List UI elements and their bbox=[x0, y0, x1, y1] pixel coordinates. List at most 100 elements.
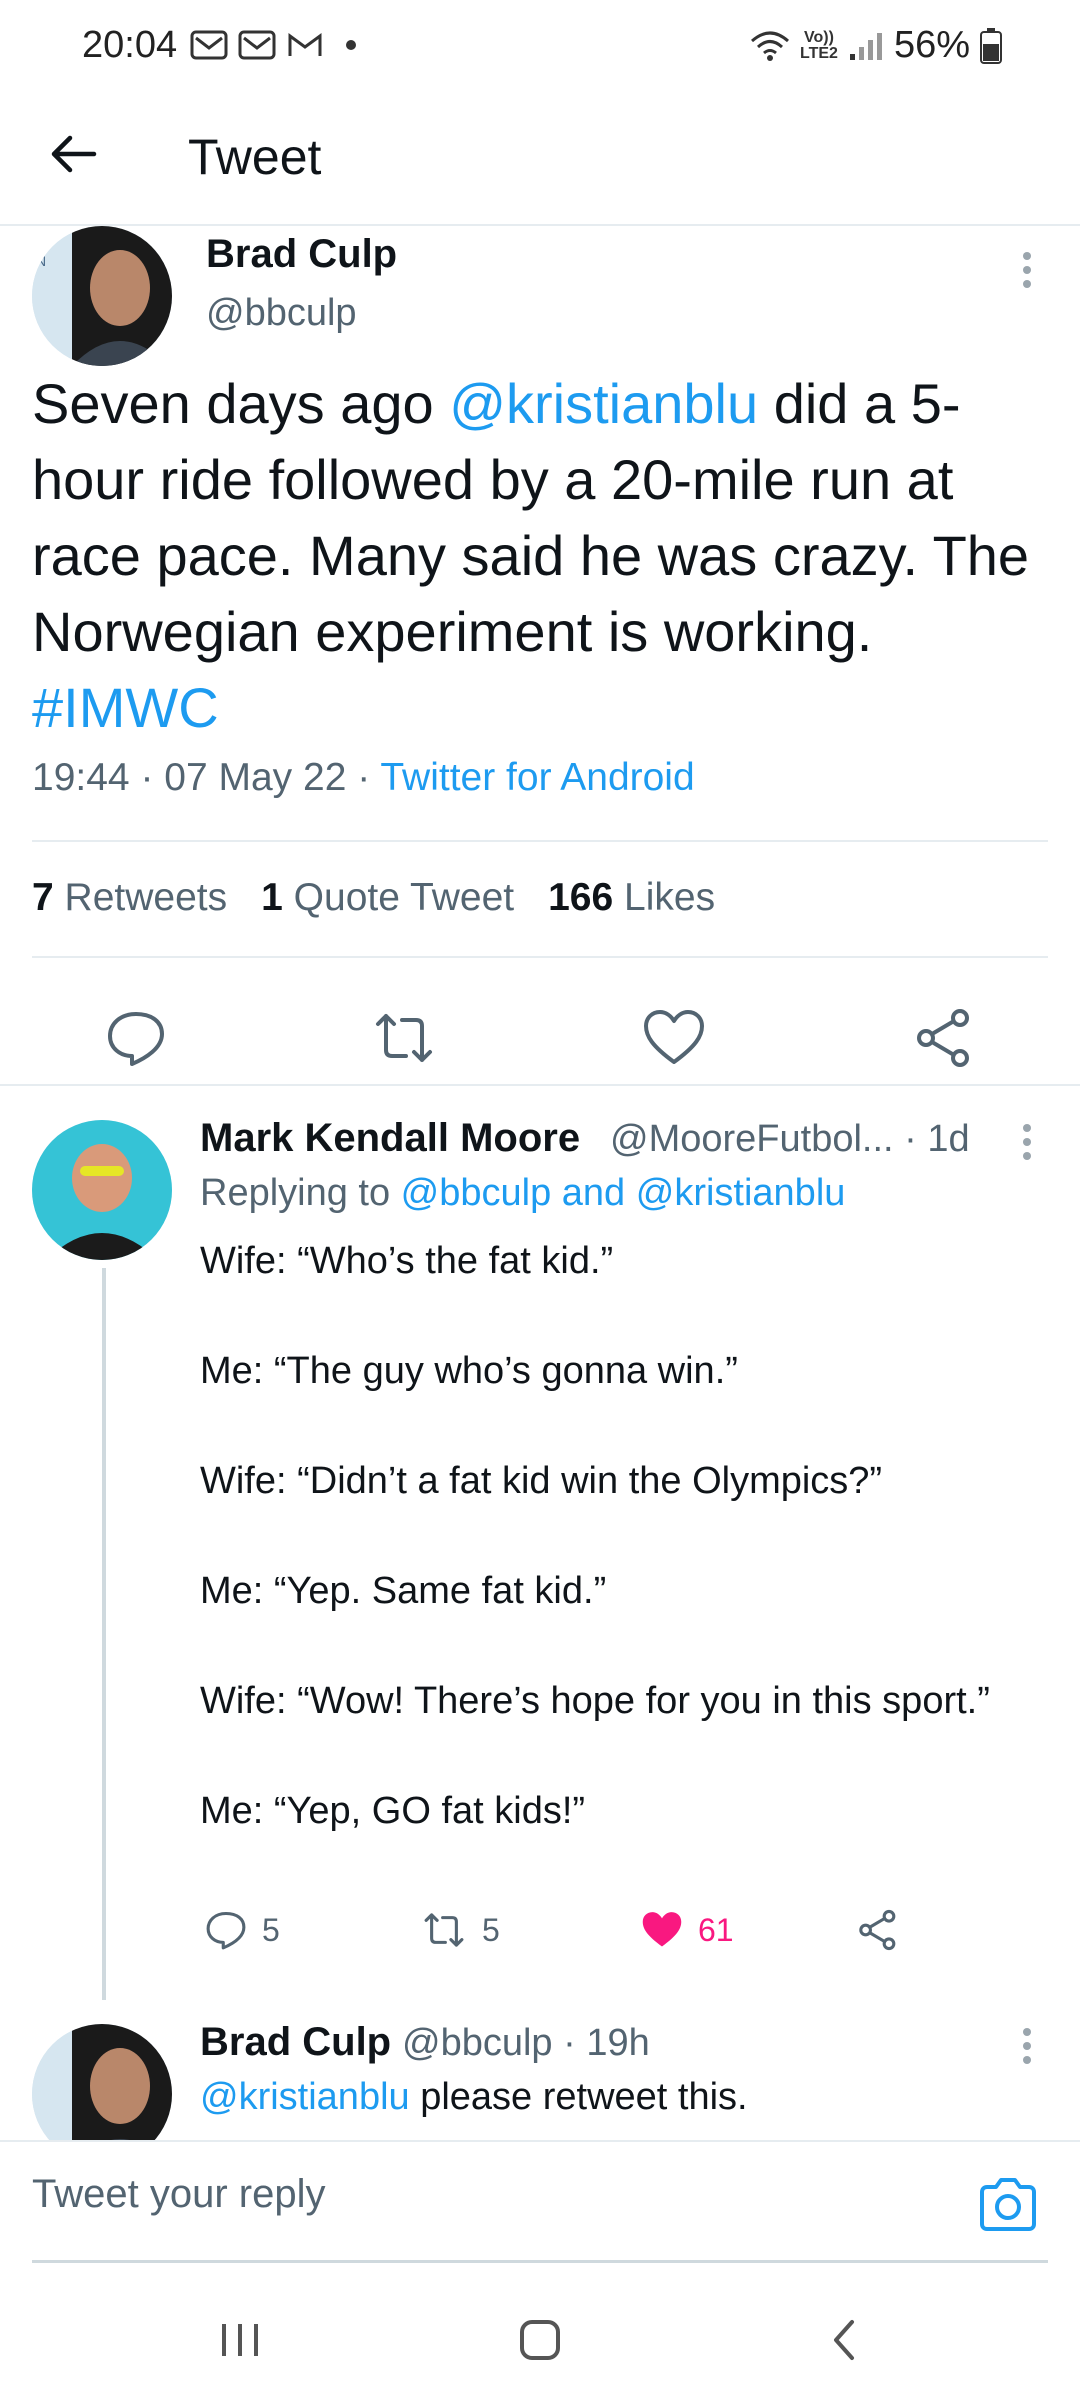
second-reply-handle-text[interactable]: @bbculp bbox=[402, 2022, 553, 2064]
tweet-actions bbox=[0, 986, 1080, 1086]
svg-text:N: N bbox=[36, 253, 46, 269]
system-nav-bar bbox=[0, 2280, 1080, 2400]
reply-line: Wife: “Wow! There’s hope for you in this… bbox=[200, 1680, 990, 1722]
tweet-stats: 7 Retweets 1 Quote Tweet 166 Likes bbox=[32, 876, 715, 920]
notification-icons bbox=[190, 30, 356, 60]
author-handle[interactable]: @bbculp bbox=[206, 292, 357, 335]
back-button[interactable] bbox=[42, 122, 106, 186]
replying-to: Replying to @bbculp and @kristianblu bbox=[200, 1172, 845, 1215]
share-icon[interactable] bbox=[912, 1006, 976, 1070]
retweet-icon[interactable] bbox=[372, 1006, 436, 1070]
divider bbox=[32, 956, 1048, 958]
network-label: Vo)) LTE2 bbox=[800, 28, 838, 62]
status-bar: 20:04 Vo)) LTE2 56% bbox=[0, 0, 1080, 100]
status-time: 20:04 bbox=[82, 24, 178, 66]
mail-notification-icon bbox=[238, 30, 276, 60]
share-icon bbox=[859, 1909, 896, 1951]
reply-age: · 1d bbox=[904, 1118, 970, 1160]
second-reply-handle: @bbculp · 19h bbox=[402, 2022, 650, 2065]
battery-percent: 56% bbox=[893, 24, 970, 66]
back-nav-button[interactable] bbox=[804, 2300, 884, 2380]
home-icon bbox=[520, 2320, 560, 2360]
system-status: Vo)) LTE2 56% bbox=[750, 24, 1002, 67]
likes-stat[interactable]: 166 Likes bbox=[548, 876, 715, 920]
more-notifications-dot bbox=[346, 40, 356, 50]
recent-apps-button[interactable] bbox=[200, 2300, 280, 2380]
reply-author-handle: @MooreFutbol... · 1d bbox=[610, 1118, 970, 1161]
home-button[interactable] bbox=[500, 2300, 580, 2380]
more-options-button[interactable] bbox=[1012, 240, 1042, 300]
heart-filled-icon bbox=[642, 1912, 682, 1947]
separator: · bbox=[140, 756, 165, 799]
reply-line: Me: “The guy who’s gonna win.” bbox=[200, 1350, 738, 1392]
mention-link[interactable]: @kristianblu bbox=[449, 372, 758, 435]
likes-label: Likes bbox=[624, 876, 716, 919]
volte-label: Vo)) bbox=[804, 28, 834, 46]
more-options-button[interactable] bbox=[1012, 2016, 1042, 2076]
hashtag-link[interactable]: #IMWC bbox=[32, 676, 219, 739]
thread-connector bbox=[102, 1268, 106, 2000]
separator: · bbox=[357, 756, 381, 799]
page-title: Tweet bbox=[188, 129, 322, 185]
composer-underline bbox=[32, 2260, 1048, 2263]
camera-icon[interactable] bbox=[976, 2172, 1040, 2236]
retweet-icon bbox=[424, 1913, 464, 1947]
reply-actions: 5 5 61 bbox=[200, 1900, 1020, 1970]
quotes-stat[interactable]: 1 Quote Tweet bbox=[261, 876, 514, 920]
signal-icon bbox=[849, 32, 882, 60]
reply-text: Wife: “Who’s the fat kid.” Me: “The guy … bbox=[200, 1234, 1020, 1894]
tweet-time: 19:44 bbox=[32, 756, 130, 799]
retweets-count: 7 bbox=[32, 876, 54, 919]
tweet-source-link[interactable]: Twitter for Android bbox=[380, 756, 694, 799]
gmail-icon bbox=[288, 33, 322, 56]
app-header: Tweet bbox=[0, 100, 1080, 226]
quotes-label: Quote Tweet bbox=[293, 876, 515, 919]
replying-targets-link[interactable]: @bbculp and @kristianblu bbox=[401, 1172, 846, 1214]
author-name[interactable]: Brad Culp bbox=[206, 232, 397, 277]
reply-share-button[interactable] bbox=[856, 1908, 900, 1952]
tweet-meta: 19:44 · 07 May 22 · Twitter for Android bbox=[32, 756, 695, 800]
mail-notification-icon bbox=[190, 30, 228, 60]
reply-line: Me: “Yep. Same fat kid.” bbox=[200, 1570, 607, 1612]
quotes-count: 1 bbox=[261, 876, 283, 919]
reply-icon[interactable] bbox=[104, 1006, 168, 1070]
chevron-left-icon bbox=[834, 2320, 854, 2360]
second-reply-author-name[interactable]: Brad Culp bbox=[200, 2020, 391, 2065]
avatar-image: N bbox=[32, 226, 172, 366]
reply-line: Wife: “Who’s the fat kid.” bbox=[200, 1240, 614, 1282]
tweet-text-part: Seven days ago bbox=[32, 372, 450, 435]
tweet-text: Seven days ago @kristianblu did a 5-hour… bbox=[32, 366, 1052, 746]
reply-reply-button[interactable]: 5 bbox=[204, 1908, 280, 1952]
reply-composer: Tweet your reply bbox=[0, 2140, 1080, 2263]
reply-like-button[interactable]: 61 bbox=[640, 1908, 734, 1952]
tweet-date: 07 May 22 bbox=[164, 756, 347, 799]
more-options-button[interactable] bbox=[1012, 1112, 1042, 1172]
avatar-image bbox=[32, 1120, 172, 1260]
reply-author-avatar[interactable] bbox=[32, 1120, 172, 1260]
section-divider bbox=[0, 1084, 1080, 1086]
battery-icon bbox=[980, 27, 1002, 64]
reply-retweet-button[interactable]: 5 bbox=[420, 1908, 500, 1952]
reply-replies-count: 5 bbox=[262, 1911, 280, 1948]
reply-handle-text[interactable]: @MooreFutbol... bbox=[610, 1118, 894, 1160]
like-icon[interactable] bbox=[642, 1006, 706, 1070]
lte-label: LTE2 bbox=[800, 44, 838, 62]
recent-apps-icon bbox=[222, 2324, 258, 2356]
author-avatar[interactable]: N bbox=[32, 226, 172, 366]
second-reply-age: · 19h bbox=[563, 2022, 650, 2064]
reply-icon bbox=[206, 1911, 246, 1950]
arrow-left-icon bbox=[51, 135, 97, 173]
wifi-icon bbox=[751, 31, 789, 61]
retweets-stat[interactable]: 7 Retweets bbox=[32, 876, 227, 920]
mention-link[interactable]: @kristianblu bbox=[200, 2076, 410, 2118]
likes-count: 166 bbox=[548, 876, 614, 919]
retweets-label: Retweets bbox=[64, 876, 228, 919]
reply-likes-count: 61 bbox=[698, 1911, 734, 1948]
reply-retweets-count: 5 bbox=[482, 1911, 500, 1948]
reply-line: Wife: “Didn’t a fat kid win the Olympics… bbox=[200, 1460, 883, 1502]
divider bbox=[32, 840, 1048, 842]
reply-line: Me: “Yep, GO fat kids!” bbox=[200, 1790, 586, 1832]
second-reply-text-part: please retweet this. bbox=[409, 2076, 748, 2118]
reply-author-name[interactable]: Mark Kendall Moore bbox=[200, 1116, 580, 1161]
reply-input[interactable]: Tweet your reply bbox=[32, 2172, 325, 2217]
